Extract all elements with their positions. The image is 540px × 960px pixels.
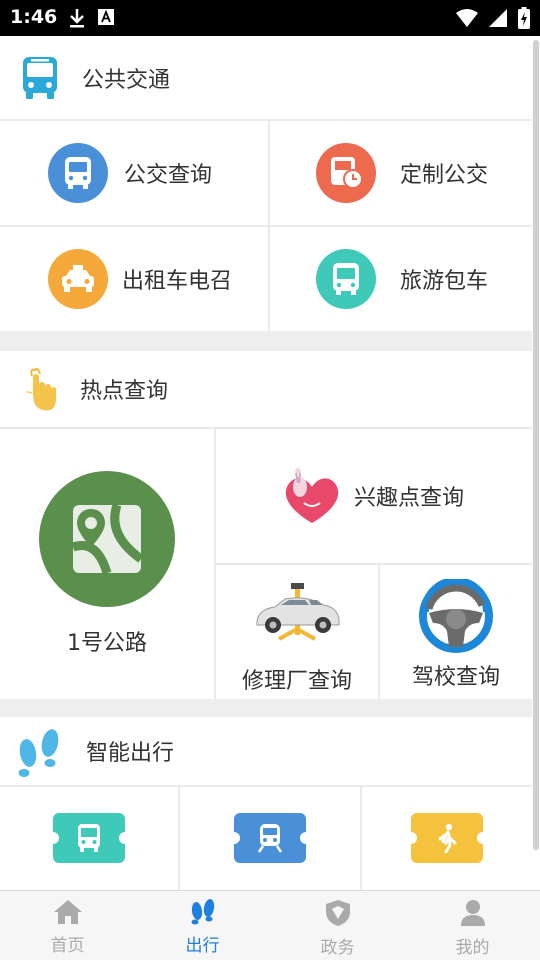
user-icon [459,899,487,931]
nav-mine-label: 我的 [455,938,490,958]
section-header-public-transport: 公共交通 [0,36,532,120]
custom-bus-label: 定制公交 [400,163,489,188]
bus-ticket-icon [47,813,131,863]
section-header-smart-travel: 智能出行 [0,717,532,785]
main-content[interactable]: 公共交通 公交查询 定制公交 出租车电召 旅游包车 热点查询 1号公路 兴趣点查… [0,36,532,890]
road-1-button[interactable]: 1号公路 [0,429,214,699]
section-title: 公共交通 [82,68,171,93]
taxi-call-button[interactable]: 出租车电召 [0,227,268,331]
driving-school-query-button[interactable]: 驾校查询 [380,565,532,699]
smart-train-button[interactable] [180,787,360,890]
status-time: 1:46 [10,6,58,28]
section-gap [0,699,532,717]
repair-shop-query-button[interactable]: 修理厂查询 [216,565,378,699]
tour-charter-button[interactable]: 旅游包车 [270,227,532,331]
battery-icon [518,7,530,33]
smart-bus-button[interactable] [0,787,178,890]
wifi-icon [456,8,478,32]
home-icon [53,899,83,929]
section-title: 智能出行 [86,741,175,766]
custom-bus-button[interactable]: 定制公交 [270,121,532,225]
section-gap [0,331,532,351]
download-icon [68,8,86,32]
font-icon [98,8,114,32]
car-lift-icon [251,583,343,645]
custom-bus-icon [316,143,376,203]
section-title: 热点查询 [80,379,169,404]
driving-school-query-label: 驾校查询 [411,665,500,690]
poi-query-button[interactable]: 兴趣点查询 [216,429,532,563]
signal-icon [488,8,508,32]
bottom-navigation: 首页 出行 政务 我的 [0,890,540,960]
footprints-icon [14,725,66,777]
heart-character-icon [278,463,346,529]
steering-wheel-icon [419,577,493,653]
nav-home[interactable]: 首页 [0,891,135,960]
nav-government[interactable]: 政务 [270,891,405,960]
nav-mine[interactable]: 我的 [405,891,540,960]
smart-walk-button[interactable] [362,787,532,890]
taxi-icon [48,249,108,309]
train-ticket-icon [228,813,312,863]
scrollbar-thumb[interactable] [533,40,539,850]
nav-government-label: 政务 [320,938,355,958]
bus-query-label: 公交查询 [124,163,213,188]
poi-query-label: 兴趣点查询 [354,486,465,511]
pointing-hand-icon [22,364,62,414]
nav-travel-label: 出行 [185,936,220,956]
tour-bus-icon [316,249,376,309]
repair-shop-query-label: 修理厂查询 [241,669,352,694]
shield-icon [324,899,352,931]
road-1-label: 1号公路 [67,631,147,656]
bus-query-icon [48,143,108,203]
tour-charter-label: 旅游包车 [400,269,489,294]
taxi-call-label: 出租车电召 [122,269,233,294]
nav-travel[interactable]: 出行 [135,891,270,960]
footprints-icon [188,899,218,929]
status-bar: 1:46 [0,0,540,36]
bus-query-button[interactable]: 公交查询 [0,121,268,225]
section-header-hot-query: 热点查询 [0,351,532,427]
nav-home-label: 首页 [50,936,85,956]
bus-icon [22,56,58,100]
walk-ticket-icon [405,813,489,863]
map-route-icon [39,471,175,607]
